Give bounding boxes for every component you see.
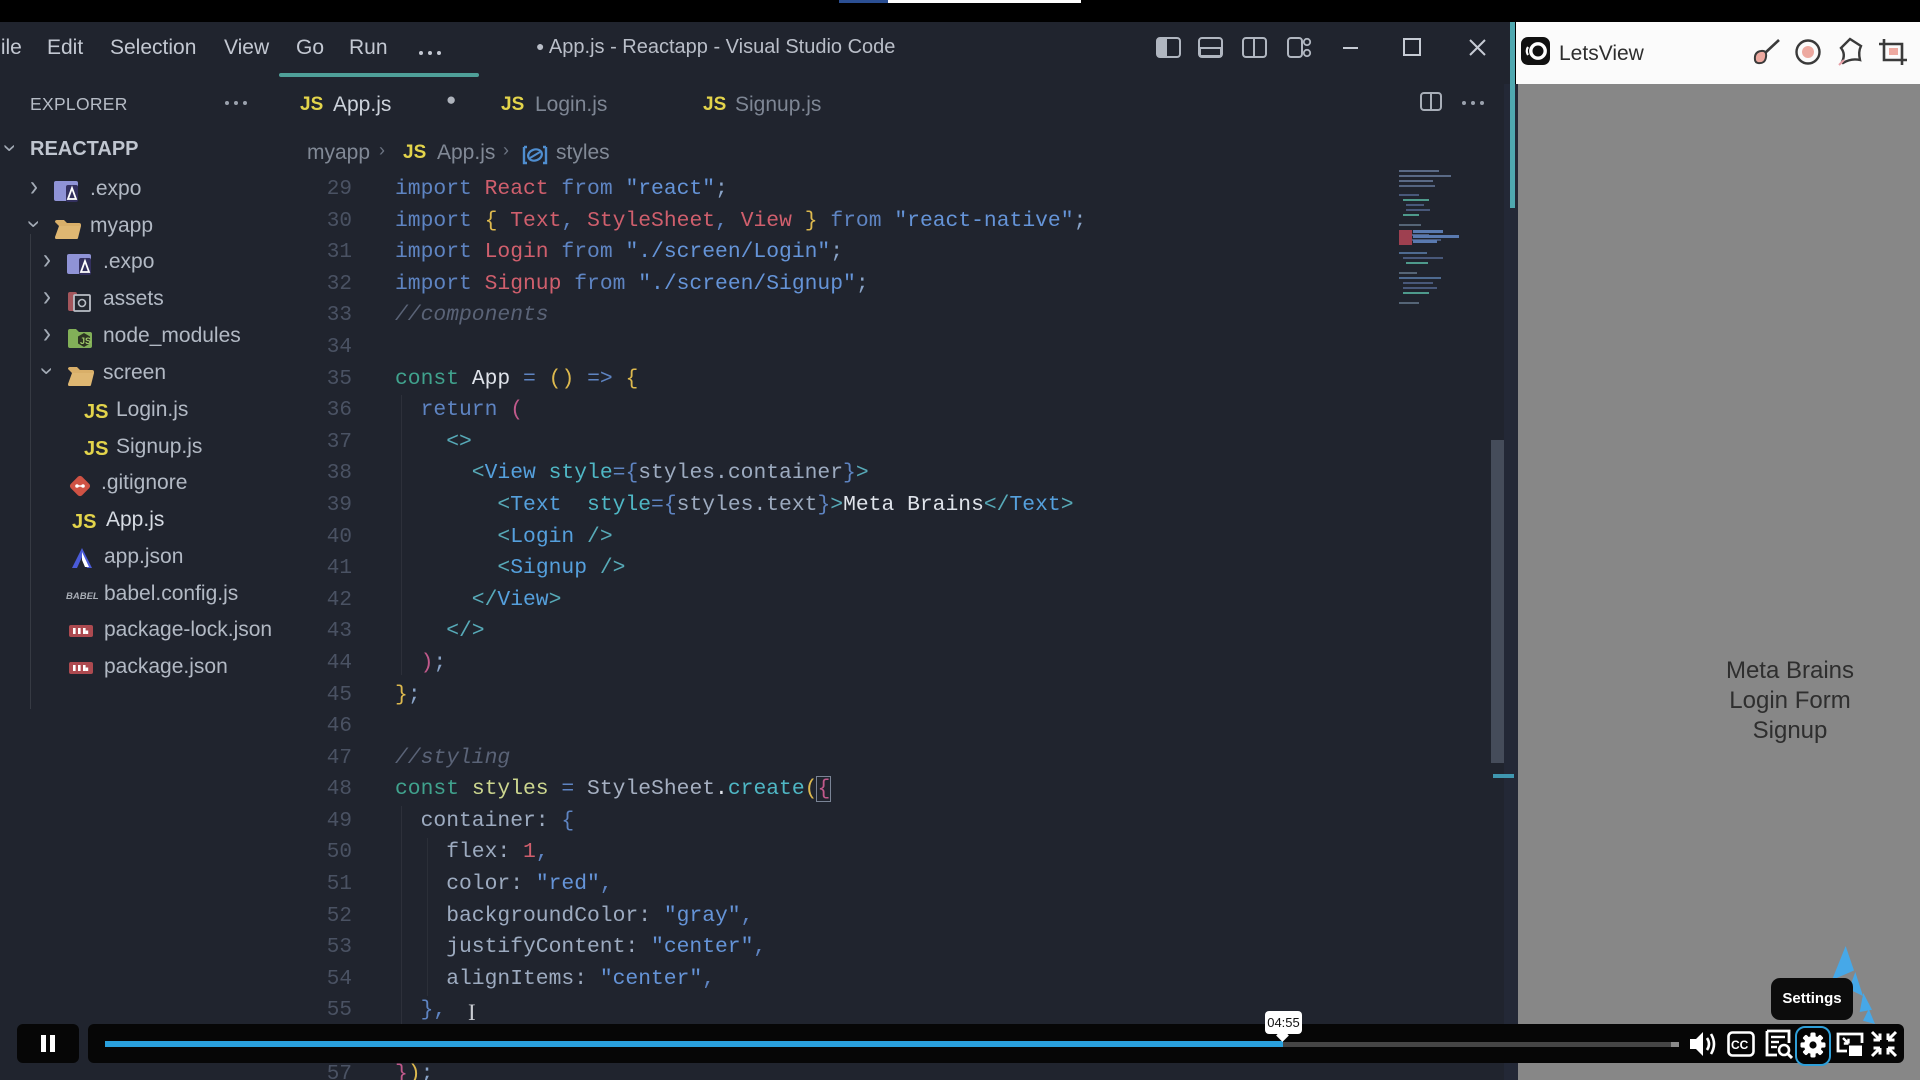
svg-text:CC: CC: [1731, 1038, 1749, 1052]
svg-text:JS: JS: [80, 336, 91, 346]
